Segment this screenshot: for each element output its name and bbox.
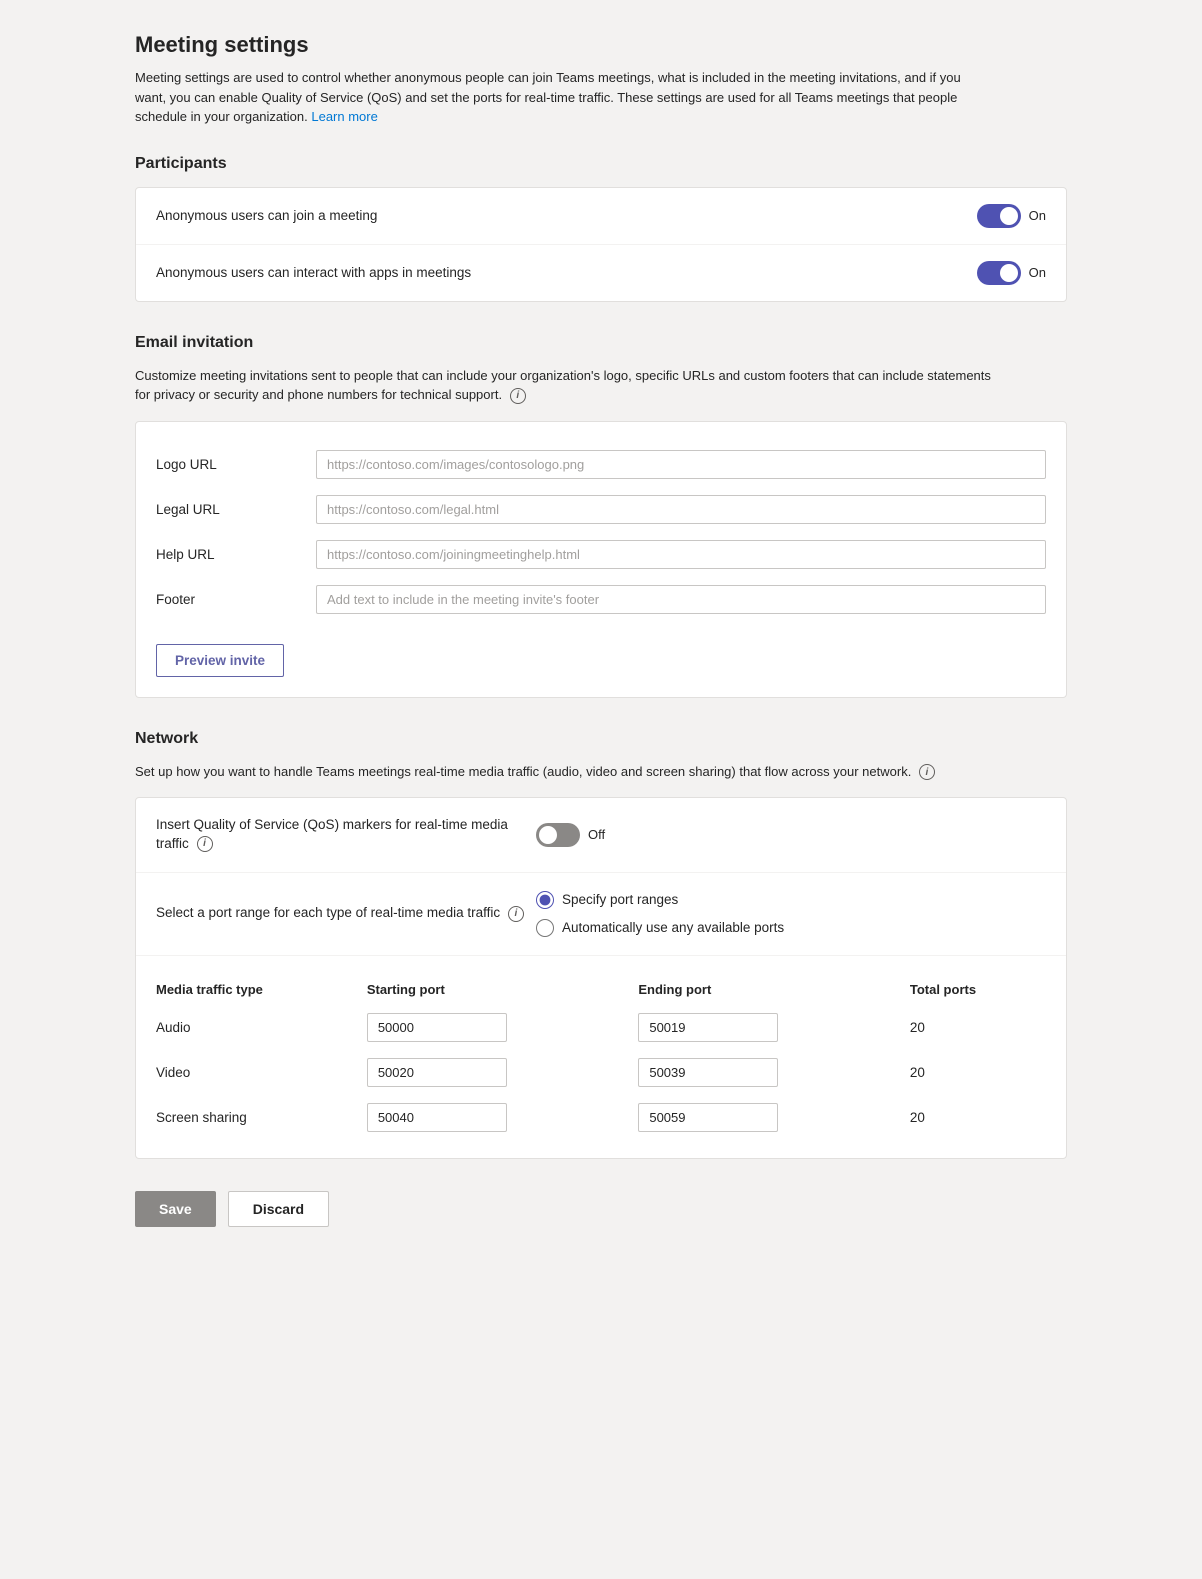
anonymous-join-label: Anonymous users can join a meeting [156,208,977,223]
anonymous-apps-label: Anonymous users can interact with apps i… [156,265,977,280]
network-description: Set up how you want to handle Teams meet… [135,762,995,782]
help-url-row: Help URL [156,532,1046,577]
audio-total: 20 [910,1005,1046,1050]
video-end-cell [638,1050,910,1095]
specify-port-ranges-label: Specify port ranges [562,892,678,907]
col-header-total-ports: Total ports [910,974,1046,1005]
anonymous-apps-control: On [977,261,1046,285]
auto-port-option[interactable]: Automatically use any available ports [536,919,1046,937]
network-info-icon[interactable]: i [919,764,935,780]
auto-port-label: Automatically use any available ports [562,920,784,935]
participants-section: Participants Anonymous users can join a … [135,155,1067,302]
email-invitation-card: Logo URL Legal URL Help URL Footer Previ… [135,421,1067,698]
anonymous-join-row: Anonymous users can join a meeting On [136,188,1066,245]
screenshare-start-cell [367,1095,639,1140]
logo-url-input[interactable] [316,450,1046,479]
help-url-label: Help URL [156,547,316,562]
email-invitation-description: Customize meeting invitations sent to pe… [135,366,995,405]
network-title: Network [135,730,1067,748]
col-header-ending-port: Ending port [638,974,910,1005]
anonymous-apps-toggle-label: On [1029,265,1046,280]
qos-toggle-label: Off [588,827,605,842]
audio-start-cell [367,1005,639,1050]
specify-port-ranges-option[interactable]: Specify port ranges [536,891,1046,909]
audio-end-cell [638,1005,910,1050]
email-invitation-info-icon[interactable]: i [510,388,526,404]
preview-invite-wrapper: Preview invite [156,622,1046,677]
audio-start-input[interactable] [367,1013,507,1042]
page-description: Meeting settings are used to control whe… [135,68,995,127]
qos-label: Insert Quality of Service (QoS) markers … [156,816,536,854]
participants-card: Anonymous users can join a meeting On An… [135,187,1067,302]
footer-label: Footer [156,592,316,607]
footer-input[interactable] [316,585,1046,614]
bottom-actions: Save Discard [135,1191,1067,1227]
screenshare-total: 20 [910,1095,1046,1140]
col-header-traffic-type: Media traffic type [156,974,367,1005]
audio-end-input[interactable] [638,1013,778,1042]
video-end-input[interactable] [638,1058,778,1087]
video-start-cell [367,1050,639,1095]
anonymous-join-toggle-label: On [1029,208,1046,223]
port-range-row: Select a port range for each type of rea… [136,873,1066,956]
anonymous-join-control: On [977,204,1046,228]
screenshare-start-input[interactable] [367,1103,507,1132]
port-range-radio-group: Specify port ranges Automatically use an… [536,891,1046,937]
port-table-row: Media traffic type Starting port Ending … [136,956,1066,1158]
logo-url-row: Logo URL [156,442,1046,487]
port-range-label: Select a port range for each type of rea… [156,904,536,923]
qos-info-icon[interactable]: i [197,836,213,852]
table-row: Screen sharing 20 [156,1095,1046,1140]
video-start-input[interactable] [367,1058,507,1087]
specify-port-ranges-radio[interactable] [536,891,554,909]
learn-more-link[interactable]: Learn more [311,109,377,124]
audio-type-label: Audio [156,1005,367,1050]
port-table: Media traffic type Starting port Ending … [156,974,1046,1140]
qos-toggle[interactable] [536,823,580,847]
screenshare-end-input[interactable] [638,1103,778,1132]
table-row: Video 20 [156,1050,1046,1095]
network-card: Insert Quality of Service (QoS) markers … [135,797,1067,1159]
logo-url-label: Logo URL [156,457,316,472]
qos-row: Insert Quality of Service (QoS) markers … [136,798,1066,873]
auto-port-radio[interactable] [536,919,554,937]
network-section: Network Set up how you want to handle Te… [135,730,1067,1159]
email-invitation-section: Email invitation Customize meeting invit… [135,334,1067,698]
page-title: Meeting settings [135,32,1067,58]
save-button[interactable]: Save [135,1191,216,1227]
preview-invite-button[interactable]: Preview invite [156,644,284,677]
footer-row: Footer [156,577,1046,622]
discard-button[interactable]: Discard [228,1191,329,1227]
col-header-starting-port: Starting port [367,974,639,1005]
legal-url-input[interactable] [316,495,1046,524]
email-invitation-title: Email invitation [135,334,1067,352]
video-total: 20 [910,1050,1046,1095]
video-type-label: Video [156,1050,367,1095]
table-row: Audio 20 [156,1005,1046,1050]
screenshare-type-label: Screen sharing [156,1095,367,1140]
anonymous-join-toggle[interactable] [977,204,1021,228]
port-range-info-icon[interactable]: i [508,906,524,922]
qos-control: Off [536,823,1046,847]
help-url-input[interactable] [316,540,1046,569]
legal-url-label: Legal URL [156,502,316,517]
legal-url-row: Legal URL [156,487,1046,532]
anonymous-apps-row: Anonymous users can interact with apps i… [136,245,1066,301]
port-table-wrapper: Media traffic type Starting port Ending … [156,974,1046,1140]
participants-title: Participants [135,155,1067,173]
screenshare-end-cell [638,1095,910,1140]
port-range-control: Specify port ranges Automatically use an… [536,891,1046,937]
anonymous-apps-toggle[interactable] [977,261,1021,285]
